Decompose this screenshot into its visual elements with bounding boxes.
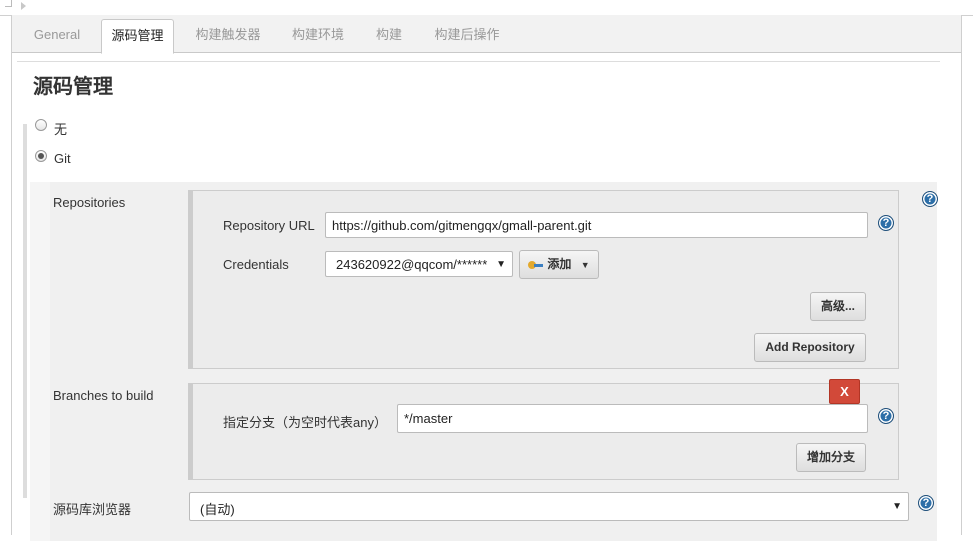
branch-specifier-label: 指定分支（为空时代表any）: [223, 415, 387, 430]
add-credentials-label: 添加: [547, 257, 572, 271]
chevron-down-icon: ▼: [892, 501, 902, 512]
repo-browser-label: 源码库浏览器: [53, 502, 132, 517]
repositories-label: Repositories: [53, 195, 126, 210]
corner-mark: [5, 0, 12, 7]
tab-post-build[interactable]: 构建后操作: [426, 22, 508, 52]
repo-browser-value: (自动): [200, 502, 235, 517]
credentials-label: Credentials: [223, 257, 289, 272]
add-repository-button[interactable]: Add Repository: [754, 333, 866, 362]
repository-box: Repository URL https://github.com/gitmen…: [188, 190, 899, 369]
divider: [17, 61, 940, 62]
credentials-value: 243620922@qqcom/******: [336, 257, 488, 272]
git-panel-strip: [30, 182, 50, 541]
branches-label: Branches to build: [53, 388, 154, 403]
advanced-button[interactable]: 高级...: [810, 292, 866, 321]
branch-box: X 指定分支（为空时代表any） */master ? 增加分支: [188, 379, 899, 480]
tab-build-environment[interactable]: 构建环境: [284, 22, 352, 52]
git-options-panel: Repositories Repository URL https://gith…: [30, 182, 938, 541]
tab-bar: General 源码管理 构建触发器 构建环境 构建 构建后操作: [12, 15, 961, 54]
tab-build-triggers[interactable]: 构建触发器: [188, 22, 268, 52]
expand-triangle-icon[interactable]: [21, 2, 26, 10]
help-icon[interactable]: ?: [878, 215, 894, 231]
radio-none[interactable]: [35, 119, 47, 131]
window-top-strip: [0, 0, 973, 16]
section-left-bar: [23, 124, 27, 498]
add-branch-button[interactable]: 增加分支: [796, 443, 866, 472]
help-icon[interactable]: ?: [878, 408, 894, 424]
tab-general[interactable]: General: [22, 22, 92, 52]
delete-branch-button[interactable]: X: [829, 379, 860, 404]
config-frame: General 源码管理 构建触发器 构建环境 构建 构建后操作 源码管理 无 …: [11, 15, 962, 541]
credentials-select[interactable]: 243620922@qqcom/****** ▼: [325, 251, 513, 277]
key-icon: [528, 260, 544, 269]
radio-git-label: Git: [54, 151, 71, 166]
repo-browser-select[interactable]: (自动) ▼: [189, 492, 909, 521]
repository-url-label: Repository URL: [223, 218, 315, 233]
page-title: 源码管理: [33, 76, 113, 98]
branch-specifier-input[interactable]: */master: [397, 404, 868, 433]
add-credentials-button[interactable]: 添加 ▼: [519, 250, 599, 279]
tab-build[interactable]: 构建: [369, 22, 409, 52]
tab-scm[interactable]: 源码管理: [101, 19, 174, 54]
repository-url-input[interactable]: https://github.com/gitmengqx/gmall-paren…: [325, 212, 868, 238]
chevron-down-icon: ▼: [496, 259, 506, 270]
radio-git[interactable]: [35, 150, 47, 162]
chevron-down-icon: ▼: [580, 260, 590, 270]
help-icon[interactable]: ?: [922, 191, 938, 207]
help-icon[interactable]: ?: [918, 495, 934, 511]
radio-none-label: 无: [54, 122, 68, 137]
